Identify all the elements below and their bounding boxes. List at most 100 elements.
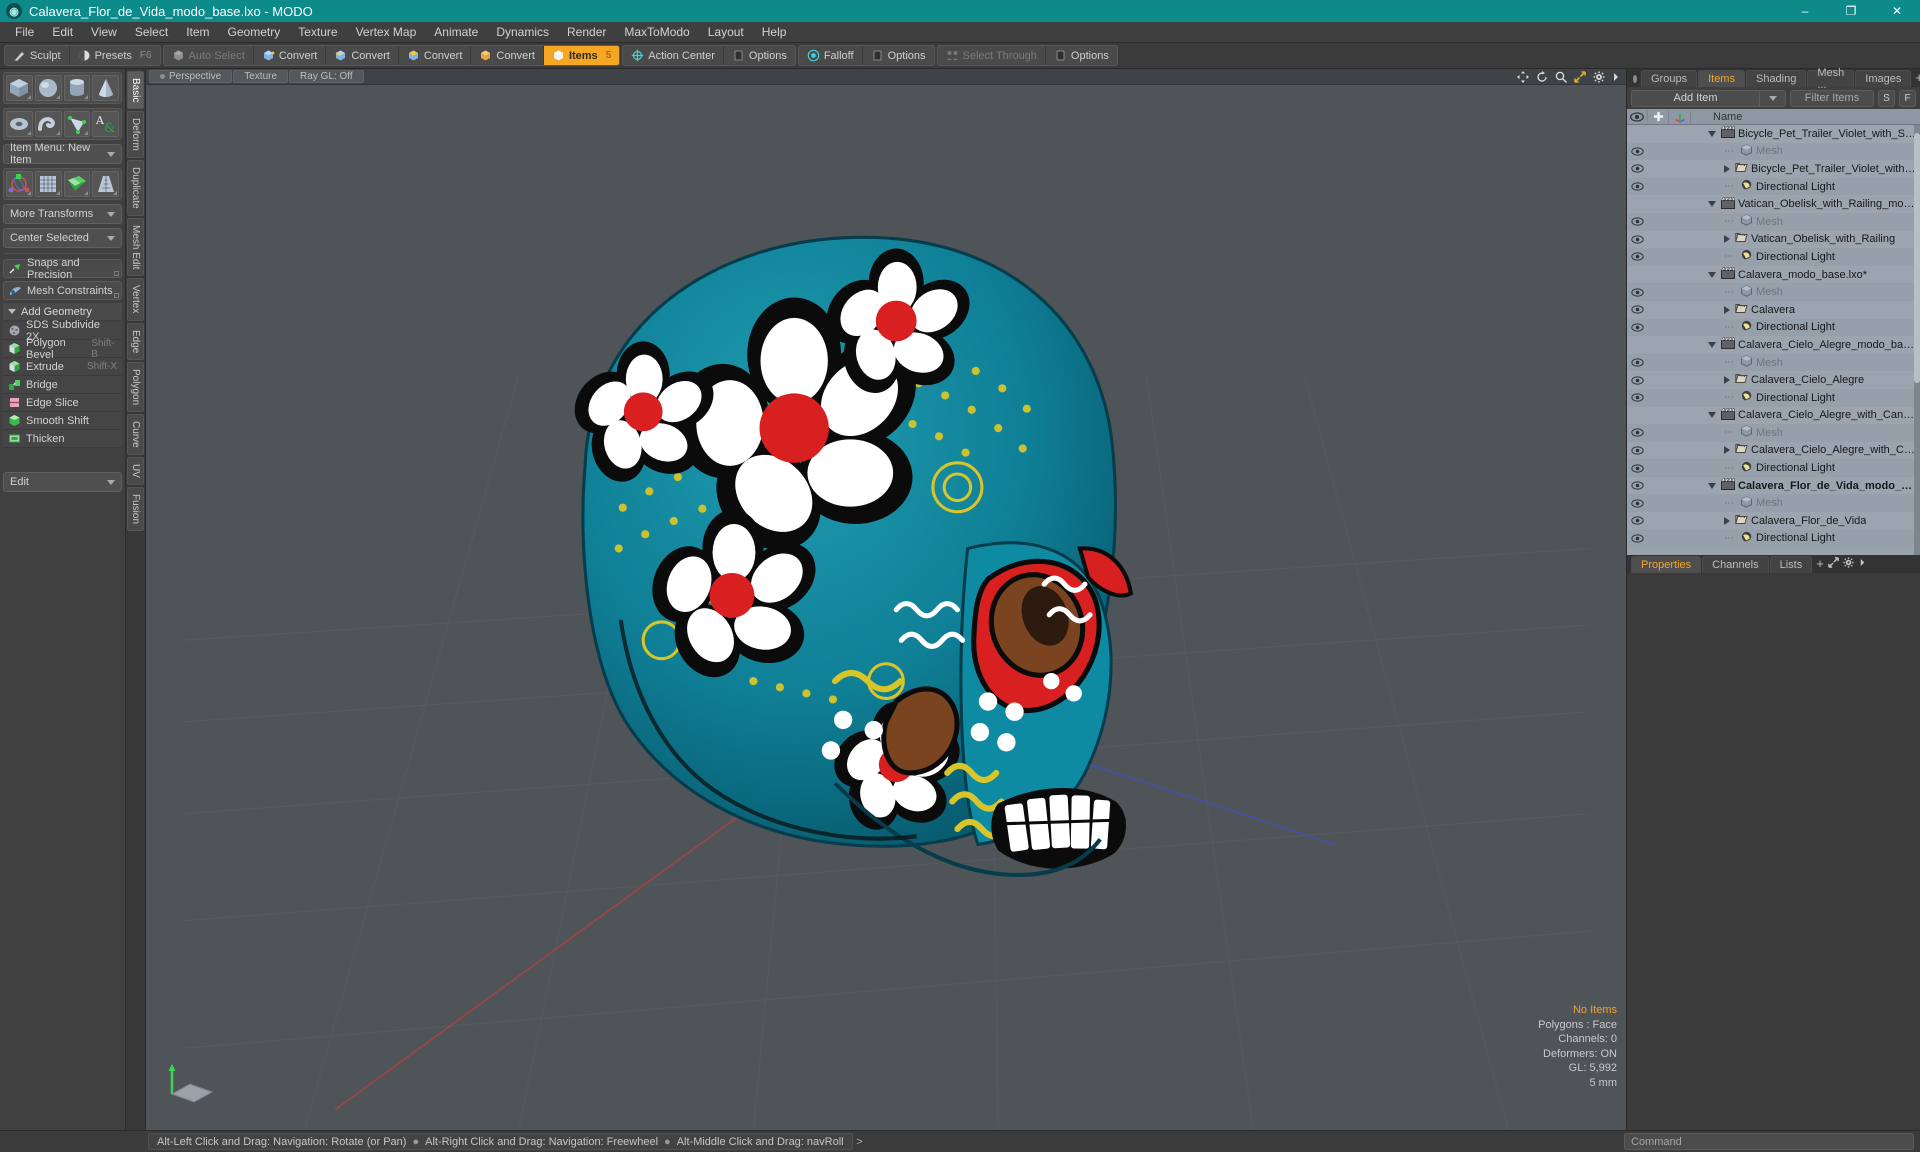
row-name-cell[interactable]: Calavera_Cielo_Alegre_with_Candles_mod .… bbox=[1690, 408, 1920, 423]
expand-toggle-icon[interactable] bbox=[1724, 376, 1730, 385]
row-name-cell[interactable]: Calavera_Flor_de_Vida bbox=[1690, 514, 1920, 528]
items-mode-button[interactable]: Items 5 bbox=[543, 46, 620, 65]
row-name-cell[interactable]: Vatican_Obelisk_with_Railing bbox=[1690, 232, 1920, 246]
rotate-icon[interactable] bbox=[1536, 70, 1548, 83]
row-name-cell[interactable]: ⋯ Mesh bbox=[1690, 355, 1920, 370]
sculpt-button[interactable]: Sculpt bbox=[5, 46, 70, 65]
vtab-edge[interactable]: Edge bbox=[127, 322, 144, 361]
row-name-cell[interactable]: ⋯ Mesh bbox=[1690, 214, 1920, 229]
sphere-primitive-button[interactable] bbox=[34, 75, 62, 101]
table-row[interactable]: Calavera_Cielo_Alegre_with_Candles bbox=[1627, 441, 1920, 460]
tab-add-button[interactable]: + bbox=[1912, 70, 1920, 87]
row-visibility-toggle[interactable] bbox=[1627, 235, 1647, 244]
polygon-bevel-command[interactable]: Polygon Bevel Shift-B bbox=[3, 337, 122, 361]
cone-primitive-button[interactable] bbox=[92, 75, 119, 101]
tab-items[interactable]: Items bbox=[1698, 70, 1745, 87]
viewport-raygl-selector[interactable]: Ray GL: Off bbox=[289, 70, 364, 83]
menu-vertex-map[interactable]: Vertex Map bbox=[347, 22, 426, 42]
panel-handle-icon[interactable] bbox=[1633, 75, 1637, 83]
row-name-cell[interactable]: ⋯ Mesh bbox=[1690, 425, 1920, 440]
table-row[interactable]: ⋯ Mesh bbox=[1627, 494, 1920, 513]
vtab-vertex[interactable]: Vertex bbox=[127, 278, 144, 321]
tree-scrollbar-thumb[interactable] bbox=[1914, 133, 1920, 383]
convert-edge-button[interactable]: Convert bbox=[326, 46, 399, 65]
table-row[interactable]: ⋯ Directional Light bbox=[1627, 529, 1920, 548]
filter-s-button[interactable]: S bbox=[1878, 89, 1895, 107]
row-name-cell[interactable]: Calavera_Flor_de_Vida_modo_base.... bbox=[1690, 478, 1920, 493]
table-row[interactable]: ⋯ Mesh bbox=[1627, 424, 1920, 442]
select-through-button[interactable]: Select Through bbox=[937, 46, 1046, 65]
menu-edit[interactable]: Edit bbox=[43, 22, 82, 42]
select-through-options-button[interactable]: Options bbox=[1045, 46, 1117, 65]
menu-texture[interactable]: Texture bbox=[289, 22, 346, 42]
tube-primitive-button[interactable] bbox=[34, 111, 62, 137]
chevron-right-icon[interactable] bbox=[1612, 71, 1620, 83]
row-visibility-toggle[interactable] bbox=[1627, 481, 1647, 490]
menu-layout[interactable]: Layout bbox=[699, 22, 753, 42]
row-name-cell[interactable]: ⋯ Directional Light bbox=[1690, 390, 1920, 405]
expand-toggle-icon[interactable] bbox=[1724, 305, 1730, 314]
maximize-button[interactable]: ❐ bbox=[1828, 0, 1874, 22]
move-icon[interactable] bbox=[1517, 70, 1529, 83]
menu-dynamics[interactable]: Dynamics bbox=[487, 22, 558, 42]
table-row[interactable]: ⋯ Mesh bbox=[1627, 142, 1920, 161]
auto-select-button[interactable]: Auto Select bbox=[163, 46, 254, 65]
row-visibility-toggle[interactable] bbox=[1627, 534, 1647, 543]
table-row[interactable]: ⋯ Directional Light bbox=[1627, 248, 1920, 266]
bend-button[interactable] bbox=[34, 171, 62, 197]
table-row[interactable]: ⋯ Mesh bbox=[1627, 283, 1920, 301]
table-row[interactable]: Calavera bbox=[1627, 300, 1920, 319]
close-button[interactable]: ✕ bbox=[1874, 0, 1920, 22]
minimize-button[interactable]: – bbox=[1782, 0, 1828, 22]
tab-properties[interactable]: Properties bbox=[1631, 556, 1702, 573]
row-name-cell[interactable]: ⋯ Directional Light bbox=[1690, 461, 1920, 476]
collapse-toggle-icon[interactable] bbox=[1708, 130, 1716, 137]
menu-render[interactable]: Render bbox=[558, 22, 615, 42]
expand-toggle-icon[interactable] bbox=[1724, 516, 1730, 525]
viewport-perspective-selector[interactable]: Perspective bbox=[149, 70, 233, 83]
presets-button[interactable]: Presets F6 bbox=[69, 46, 160, 65]
row-name-cell[interactable]: ⋯ Directional Light bbox=[1690, 179, 1920, 194]
chevron-down-icon[interactable] bbox=[1759, 90, 1785, 106]
smooth-shift-command[interactable]: Smooth Shift bbox=[3, 412, 122, 430]
thicken-command[interactable]: Thicken bbox=[3, 430, 122, 448]
row-visibility-toggle[interactable] bbox=[1627, 376, 1647, 385]
row-name-cell[interactable]: Bicycle_Pet_Trailer_Violet_with_Sphynx_m… bbox=[1690, 126, 1920, 141]
vtab-fusion[interactable]: Fusion bbox=[127, 486, 144, 531]
row-name-cell[interactable]: Calavera_modo_base.lxo* bbox=[1690, 267, 1920, 282]
row-name-cell[interactable]: Calavera_Cielo_Alegre_with_Candles bbox=[1690, 443, 1920, 457]
table-row[interactable]: ⋯ Mesh bbox=[1627, 353, 1920, 372]
vtab-basic[interactable]: Basic bbox=[127, 71, 144, 110]
row-name-cell[interactable]: Bicycle_Pet_Trailer_Violet_with_Sphynx bbox=[1690, 162, 1920, 176]
collapse-toggle-icon[interactable] bbox=[1708, 482, 1716, 489]
gear-icon[interactable] bbox=[1843, 555, 1858, 572]
viewport-3d[interactable]: Perspective Texture Ray GL: Off No Items… bbox=[146, 69, 1626, 1130]
chevron-right-icon[interactable] bbox=[1859, 555, 1866, 572]
table-row[interactable]: ⋯ Directional Light bbox=[1627, 318, 1920, 337]
gear-icon[interactable] bbox=[1593, 71, 1605, 83]
table-row[interactable]: Calavera_Flor_de_Vida bbox=[1627, 512, 1920, 530]
action-center-options-button[interactable]: Options bbox=[723, 46, 795, 65]
convert-polygon-button[interactable]: Convert bbox=[398, 46, 472, 65]
menu-geometry[interactable]: Geometry bbox=[219, 22, 290, 42]
snaps-precision-button[interactable]: Snaps and Precision bbox=[3, 257, 122, 281]
collapse-toggle-icon[interactable] bbox=[1708, 201, 1716, 208]
table-row[interactable]: Calavera_Cielo_Alegre_with_Candles_mod .… bbox=[1627, 406, 1920, 425]
tab-images[interactable]: Images bbox=[1855, 70, 1912, 87]
row-visibility-toggle[interactable] bbox=[1627, 463, 1647, 473]
vtab-mesh-edit[interactable]: Mesh Edit bbox=[127, 217, 144, 277]
bridge-command[interactable]: Bridge bbox=[3, 376, 122, 394]
table-row[interactable]: ⋯ Directional Light bbox=[1627, 388, 1920, 407]
text-primitive-button[interactable]: A & bbox=[92, 111, 119, 137]
table-row[interactable]: Bicycle_Pet_Trailer_Violet_with_Sphynx_m… bbox=[1627, 125, 1920, 143]
vtab-uv[interactable]: UV bbox=[127, 456, 144, 485]
cylinder-primitive-button[interactable] bbox=[63, 75, 91, 101]
falloff-button[interactable]: Falloff bbox=[798, 46, 863, 65]
collapse-toggle-icon[interactable] bbox=[1708, 271, 1716, 278]
row-name-cell[interactable]: ⋯ Directional Light bbox=[1690, 249, 1920, 264]
row-visibility-toggle[interactable] bbox=[1627, 164, 1647, 174]
menu-view[interactable]: View bbox=[82, 22, 126, 42]
tab-shading[interactable]: Shading bbox=[1745, 70, 1807, 87]
torus-primitive-button[interactable] bbox=[6, 111, 33, 137]
row-name-cell[interactable]: Vatican_Obelisk_with_Railing_modo_base.l… bbox=[1690, 196, 1920, 212]
